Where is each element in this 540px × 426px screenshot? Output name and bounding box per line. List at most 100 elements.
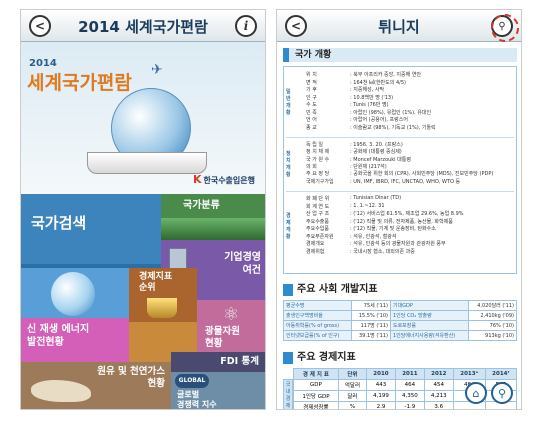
column-header: 2012 [423, 368, 454, 380]
divider [286, 137, 514, 138]
overview-field-name: 주요수입품 [306, 226, 330, 232]
global-competitiveness-tile[interactable]: GLOBAL 글로벌 경쟁력 지수 [171, 372, 265, 409]
renewable-energy-tile[interactable]: 신 재생 에너지 발전현황 [21, 318, 129, 362]
content-scroll[interactable]: 국가 개황 일반개황 위 치: 북부 아프리카 중앙, 지중해 연안 면 적: 16… [277, 42, 521, 409]
overview-field-value: : 아랍어 (공용어), 프랑스어 [350, 117, 408, 123]
section-marker [283, 352, 293, 364]
app-header: < 튀니지 ⚲ [277, 10, 521, 42]
indicator-name: 기대GDP [389, 300, 469, 311]
tile-label: 글로벌 경쟁력 지수 [177, 390, 217, 409]
country-search-tile[interactable]: 국가검색 [21, 194, 161, 264]
column-header: 단위 [337, 368, 368, 380]
indicator-name: 1인당 CO₂ 방출량 [389, 310, 469, 321]
search-button[interactable]: ⚲ [491, 382, 513, 404]
overview-field-value: : Moncef Marzouki 대통령 [350, 156, 411, 163]
overview-field-name: 국 가 원 수 [306, 156, 330, 163]
section-social-indicators: 주요 사회 개발지표 [283, 282, 517, 298]
indicator-value: 15.5% ('10) [350, 310, 391, 321]
overview-field-name: 주요수출품 [306, 218, 330, 225]
table-cell: -1.9 [394, 401, 425, 409]
overview-field-value: : 석유, 인광석 등의 광물자원과 관광자원 풍부 [350, 241, 446, 247]
overview-field-name: 회 계 연 도 [306, 203, 330, 210]
home-button[interactable]: ⌂ [465, 382, 487, 404]
table-cell: 4,213 [423, 390, 454, 402]
column-header: 2013ᵉ [452, 368, 486, 380]
indicator-value: 913kg ('10) [467, 330, 518, 341]
table-cell: 4,350 [394, 390, 425, 402]
country-category-tile[interactable]: 국가분류 [161, 194, 265, 240]
overview-field-name: 화 폐 단 위 [306, 196, 330, 202]
section-marker [283, 284, 293, 296]
overview-field-value: : 1956. 3. 20. (프랑스) [350, 142, 403, 148]
domestic-economy-label: 국내경제 [283, 379, 293, 409]
table-row: 경제성장률% 2.9 -1.9 3.6 [293, 401, 518, 409]
back-button[interactable]: < [285, 15, 307, 37]
crude-oil-gas-tile[interactable]: 원유 및 천연가스 현황 [21, 362, 171, 409]
highlight-circle [491, 14, 519, 42]
main-menu-screen: < 2014 세계국가편람 i 2014 세계국가편람 ✈ K 한국수출입은행 국… [20, 9, 266, 410]
divider [286, 191, 514, 192]
overview-field-value: : 지중해성, 사막 [350, 87, 385, 93]
hero-banner: 2014 세계국가편람 ✈ K 한국수출입은행 [21, 42, 265, 194]
overview-box: 일반개황 위 치: 북부 아프리카 중앙, 지중해 연안 면 적: 164천 ㎢(한… [283, 66, 517, 274]
economic-indicator-rank-tile[interactable]: 경제지표 순위 [129, 268, 197, 322]
indicator-value: 76% ('10) [467, 320, 518, 331]
info-button[interactable]: i [235, 15, 257, 37]
trophy-icon [147, 298, 177, 318]
green-fields-image [161, 218, 265, 240]
overview-field-name: 주 요 정 당 [306, 171, 330, 178]
overview-field-value: : Tunis (76만 명) [350, 102, 389, 108]
table-cell: 464 [394, 379, 425, 391]
overview-field-value: : 국내시장 협소, 대외의존 과중 [350, 248, 415, 255]
global-logo: GLOBAL [175, 374, 209, 388]
table-cell: 억달러 [337, 379, 368, 391]
table-cell: % [337, 401, 368, 409]
table-row: 평균수명 75세 ('11) 기대GDP 4,020달러 ('11) [283, 300, 518, 311]
tile-label: 기업경영 여건 [224, 252, 261, 276]
overview-field-name: 민 족 [306, 109, 317, 116]
overview-field-name: 의 회 [306, 164, 317, 170]
mineral-resources-tile[interactable]: ⚛ 광물자원 현황 [197, 300, 265, 352]
table-row: 인터넷보급률(% of 인구) 39.1명 ('11) 1인당에너지사용량(석유환산… [283, 330, 518, 341]
section-economic-indicators: 주요 경제지표 [283, 350, 517, 366]
table-cell: 443 [366, 379, 396, 391]
info-icon: i [243, 19, 249, 33]
overview-field-value: : ('12) 서비스업 61.5%, 제조업 29.6%, 농업 8.9% [350, 211, 464, 217]
overview-field-name: 주요부존자원 [306, 233, 334, 240]
table-cell: 1인당 GDP [293, 390, 339, 402]
overview-field-name: 경제개요 [306, 241, 325, 247]
column-header: 2014ᶠ [484, 368, 518, 380]
open-book-icon [87, 152, 207, 174]
table-cell: 454 [423, 379, 454, 391]
column-header: 2011 [394, 368, 425, 380]
tile-label: 원유 및 천연가스 현황 [97, 366, 165, 389]
table-cell: GDP [293, 379, 339, 391]
back-button[interactable]: < [29, 15, 51, 37]
table-cell: 경제성장률 [293, 401, 339, 409]
overview-field-name: 정 치 체 제 [306, 149, 330, 156]
overview-field-name: 위 치 [306, 72, 317, 78]
fdi-statistics-tile[interactable]: FDI 통계 [171, 352, 265, 372]
overview-field-value: : ('12) 직물, 기계 및 운송장비, 탄화수소 [350, 226, 436, 232]
overview-group-label: 일반개황 [286, 89, 291, 116]
tile-label: 국가검색 [31, 214, 87, 232]
molecule-icon: ⚛ [223, 304, 240, 325]
country-title: 튀니지 [378, 18, 420, 36]
indicator-name: 평균수명 [283, 300, 352, 311]
bank-logo-icon: K [192, 173, 202, 186]
overview-group-label: 경제개황 [286, 213, 291, 240]
country-detail-screen: < 튀니지 ⚲ 국가 개황 일반개황 위 치: 북부 아프리카 중앙, 지중해 연… [276, 9, 522, 410]
indicator-value: 75세 ('11) [350, 300, 391, 311]
overview-field-name: 산 업 구 조 [306, 211, 330, 217]
world-map-icon [31, 380, 91, 402]
column-header: 2010 [366, 368, 396, 380]
table-cell: 3.6 [423, 401, 454, 409]
overview-field-name: 기 후 [306, 87, 317, 93]
table-row: 아동취학률(% of gross) 117명 ('11) 도로포장률 76% ('10… [283, 320, 518, 331]
indicator-name: 아동취학률(% of gross) [283, 320, 352, 331]
overview-field-value: : 1. 1.~12. 31 [350, 202, 385, 209]
tile-label: 광물자원 현황 [205, 326, 240, 349]
overview-field-value: : 10.8백만 명 ('13) [350, 94, 394, 101]
table-cell: 2.9 [366, 401, 396, 409]
overview-field-name: 수 도 [306, 102, 317, 108]
